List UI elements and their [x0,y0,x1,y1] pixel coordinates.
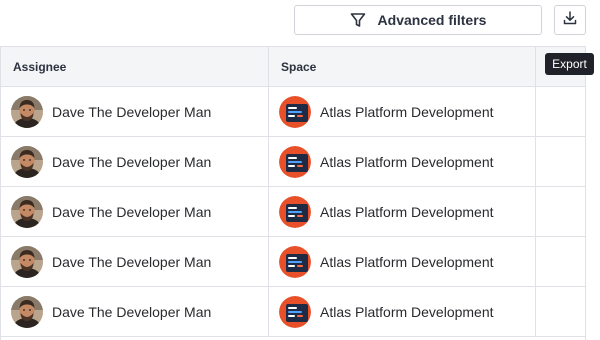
avatar[interactable] [11,95,43,128]
space-name[interactable]: Atlas Platform Development [320,154,494,170]
assignee-name[interactable]: Dave The Developer Man [52,154,211,170]
download-icon [562,10,578,31]
column-header-assignee[interactable]: Assignee [1,47,269,86]
assignee-name[interactable]: Dave The Developer Man [52,204,211,220]
space-icon [279,245,311,278]
empty-cell [536,237,585,286]
space-name[interactable]: Atlas Platform Development [320,204,494,220]
space-name[interactable]: Atlas Platform Development [320,304,494,320]
space-cell: Atlas Platform Development [269,287,536,336]
avatar[interactable] [11,145,43,178]
space-name[interactable]: Atlas Platform Development [320,104,494,120]
space-cell: Atlas Platform Development [269,87,536,136]
assignee-cell: Dave The Developer Man [1,287,269,336]
avatar[interactable] [11,295,43,328]
avatar[interactable] [11,195,43,228]
space-icon [279,95,311,128]
table-row[interactable]: Dave The Developer Man Atlas Platform De… [1,137,585,187]
space-icon [279,195,311,228]
assignee-name[interactable]: Dave The Developer Man [52,254,211,270]
assignee-cell: Dave The Developer Man [1,237,269,286]
table-body: Dave The Developer Man Atlas Platform De… [1,87,585,337]
issues-table: Assignee Space Dave The Developer Man At… [0,46,586,340]
table-row[interactable]: Dave The Developer Man Atlas Platform De… [1,187,585,237]
empty-cell [536,137,585,186]
space-cell: Atlas Platform Development [269,187,536,236]
assignee-cell: Dave The Developer Man [1,137,269,186]
toolbar: Advanced filters [0,0,600,46]
space-icon [279,295,311,328]
assignee-name[interactable]: Dave The Developer Man [52,304,211,320]
space-name[interactable]: Atlas Platform Development [320,254,494,270]
export-button[interactable] [554,5,586,35]
assignee-cell: Dave The Developer Man [1,187,269,236]
table-header: Assignee Space [1,46,585,87]
table-row[interactable]: Dave The Developer Man Atlas Platform De… [1,287,585,337]
funnel-icon [350,12,366,28]
space-cell: Atlas Platform Development [269,137,536,186]
table-row[interactable]: Dave The Developer Man Atlas Platform De… [1,87,585,137]
space-cell: Atlas Platform Development [269,237,536,286]
advanced-filters-label: Advanced filters [377,12,487,28]
empty-cell [536,87,585,136]
empty-cell [536,187,585,236]
assignee-cell: Dave The Developer Man [1,87,269,136]
export-tooltip: Export [545,53,594,75]
table-row[interactable]: Dave The Developer Man Atlas Platform De… [1,237,585,287]
advanced-filters-button[interactable]: Advanced filters [294,5,542,35]
space-icon [279,145,311,178]
assignee-name[interactable]: Dave The Developer Man [52,104,211,120]
avatar[interactable] [11,245,43,278]
column-header-space[interactable]: Space [269,47,536,86]
empty-cell [536,287,585,336]
